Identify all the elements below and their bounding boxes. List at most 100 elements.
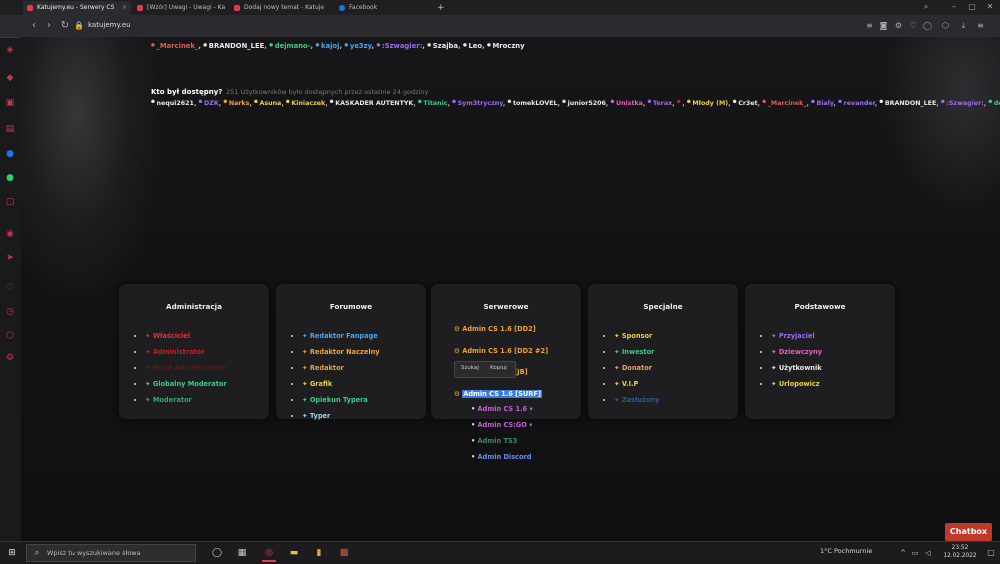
user-link[interactable]: ● Kiniaczek	[286, 100, 325, 107]
group-item[interactable]: ✦ Moderator	[145, 394, 227, 410]
wallet-icon[interactable]: ⬡	[940, 20, 951, 31]
copy-selection-button[interactable]: Kopiuj	[490, 365, 507, 371]
reload-icon[interactable]: ↻	[58, 19, 72, 33]
twitch-icon[interactable]: ▣	[4, 97, 16, 109]
user-link[interactable]: ● BRANDON_LEE	[203, 42, 264, 50]
whatsapp-icon[interactable]: ●	[4, 172, 16, 184]
group-item[interactable]: ✦ Użytkownik	[771, 362, 822, 378]
player-icon[interactable]: ◉	[4, 228, 16, 240]
user-link[interactable]: ● nequi2621	[151, 100, 194, 107]
group-item[interactable]: ✦ Właściciel	[145, 330, 227, 346]
group-item[interactable]: ✦ Administrator	[145, 346, 227, 362]
user-link[interactable]: ● dejmano-	[988, 100, 1000, 107]
cortana-icon[interactable]: ◯	[210, 546, 224, 560]
user-link[interactable]: ● revander	[838, 100, 875, 107]
download-icon[interactable]: ⤓	[958, 20, 969, 31]
volume-icon[interactable]: ◁	[921, 546, 935, 560]
twitch-icon-2[interactable]: ▤	[4, 123, 16, 135]
network-icon[interactable]: ▭	[908, 546, 922, 560]
group-item[interactable]: ✦ Redaktor Fanpage	[302, 330, 380, 346]
close-window-icon[interactable]: ✕	[983, 1, 997, 13]
group-item[interactable]: ✦ Head Administrator	[145, 362, 227, 378]
user-link[interactable]: ● ye3zy	[344, 42, 371, 50]
user-link[interactable]: ● :Szwagier:	[376, 42, 422, 50]
file-explorer-icon[interactable]: ▬	[287, 546, 301, 560]
user-link[interactable]: ● _Marcinek_	[762, 100, 806, 107]
user-link[interactable]: ● Terax	[648, 100, 673, 107]
group-item[interactable]: ✦ Urlopowicz	[771, 378, 822, 394]
group-item[interactable]: ⚙ Admin CS 1.6 [DD2]	[454, 323, 548, 345]
dropdown-item[interactable]: • Admin Discord	[451, 451, 601, 467]
group-item[interactable]: ✦ Opiekun Typera	[302, 394, 380, 410]
search-tabs-icon[interactable]: ⌕	[919, 1, 933, 13]
filter-icon[interactable]: ≡	[864, 20, 875, 31]
user-link[interactable]: ● Mroczny	[487, 42, 525, 50]
camera-icon[interactable]: ◙	[878, 20, 889, 31]
clock[interactable]: 23:52 12.02.2022	[940, 544, 980, 560]
group-item[interactable]: ✦ Redaktor Naczelny	[302, 346, 380, 362]
user-link[interactable]: ● BRANDON_LEE	[879, 100, 936, 107]
tab-uwagi[interactable]: [Wzór] Uwagi - Uwagi - Ka	[133, 1, 229, 15]
user-link[interactable]: ● Narks	[223, 100, 249, 107]
tab-dodaj-temat[interactable]: Dodaj nowy temat - Katuje	[230, 1, 334, 15]
dropdown-item[interactable]: • Admin CS 1.6 ▾	[451, 403, 601, 419]
tab-facebook[interactable]: Facebook	[335, 1, 431, 15]
heart-icon[interactable]: ♡	[908, 20, 919, 31]
maximize-icon[interactable]: ▢	[965, 1, 979, 13]
user-link[interactable]: ● Titanic	[418, 100, 448, 107]
heart-icon[interactable]: ♡	[4, 282, 16, 294]
user-link[interactable]: ● Szajba	[427, 42, 458, 50]
send-icon[interactable]: ➤	[4, 252, 16, 264]
group-item[interactable]: ✦ Grafik	[302, 378, 380, 394]
user-link[interactable]: ● Asuna	[254, 100, 281, 107]
group-item[interactable]: ✦ Redaktor	[302, 362, 380, 378]
user-link[interactable]: ● :Szwagier:	[941, 100, 984, 107]
forward-icon[interactable]: ›	[42, 19, 56, 33]
url-field[interactable]: katujemy.eu	[88, 21, 131, 29]
group-item[interactable]: ✦ Donator	[614, 362, 660, 378]
group-item[interactable]: ✦ Zasłużony	[614, 394, 660, 410]
cube-icon[interactable]: ⬡	[4, 330, 16, 342]
dropdown-item[interactable]: • Admin TS3	[451, 435, 601, 451]
user-link[interactable]: ● dejmano-	[269, 42, 310, 50]
history-icon[interactable]: ◷	[4, 306, 16, 318]
gamepad-icon[interactable]: ◈	[4, 44, 16, 56]
user-link[interactable]: ● Bialy	[811, 100, 833, 107]
settings-icon[interactable]: ⚙	[4, 352, 16, 364]
notification-icon[interactable]: ▢	[984, 546, 998, 560]
task-view-icon[interactable]: ▦	[235, 546, 249, 560]
user-link[interactable]: ● Unistka	[610, 100, 642, 107]
group-item[interactable]: ✦ Globalny Moderator	[145, 378, 227, 394]
news-icon[interactable]: ◆	[4, 72, 16, 84]
messenger-icon[interactable]: ●	[4, 148, 16, 160]
gear-icon[interactable]: ⚙	[893, 20, 904, 31]
profile-icon[interactable]: ◯	[922, 20, 933, 31]
group-item[interactable]: ✦ V.I.P	[614, 378, 660, 394]
chatbox-button[interactable]: Chatbox	[945, 523, 992, 541]
group-item[interactable]: ✦ Inwestor	[614, 346, 660, 362]
group-item[interactable]: ✦ Przyjaciel	[771, 330, 822, 346]
user-link[interactable]: ● Młody (M)	[687, 100, 728, 107]
user-link[interactable]: ● kajoj	[316, 42, 340, 50]
windows-start-icon[interactable]: ⊞	[5, 546, 19, 560]
tab-katujemy[interactable]: Katujemy.eu - Serwery CS ×	[23, 1, 131, 15]
user-link[interactable]: ● KASKADER AUTENTYK	[330, 100, 414, 107]
app-icon-2[interactable]: ▩	[337, 546, 351, 560]
user-link[interactable]: ● Cr3et	[733, 100, 758, 107]
close-icon[interactable]: ×	[122, 1, 127, 15]
instagram-icon[interactable]: ▢	[4, 196, 16, 208]
weather-widget[interactable]: 1°C Pochmurnie	[820, 547, 872, 555]
user-link[interactable]: ● Leo	[463, 42, 482, 50]
user-link[interactable]: ● DZK	[199, 100, 219, 107]
group-item[interactable]: ✦ Dziewczyny	[771, 346, 822, 362]
group-item[interactable]: ✦ Typer	[302, 410, 380, 426]
app-icon[interactable]: ▮	[312, 546, 326, 560]
minimize-icon[interactable]: –	[947, 1, 961, 13]
back-icon[interactable]: ‹	[27, 19, 41, 33]
user-link[interactable]: ● Sym3tryczny	[452, 100, 503, 107]
new-tab-button[interactable]: +	[434, 1, 448, 15]
taskbar-search-input[interactable]: Wpisz tu wyszukiwane słowa	[26, 544, 196, 562]
user-link[interactable]: ● _Marcinek_	[151, 42, 198, 50]
user-link[interactable]: ● tomekLOVEL	[508, 100, 558, 107]
user-link[interactable]: ● junior5206	[562, 100, 606, 107]
